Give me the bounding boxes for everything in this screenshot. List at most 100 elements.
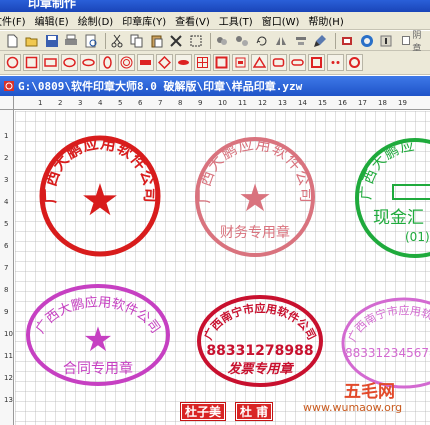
menu-stamp-library[interactable]: 印章库(Y) [122, 13, 175, 28]
color-wheel-icon [360, 34, 373, 47]
ruler-tick-label: 1 [4, 132, 9, 140]
delete-button[interactable] [168, 33, 185, 49]
ruler-tick-label: 3 [78, 99, 83, 107]
negative-seal-label: 阴章 [412, 30, 422, 54]
cut-button[interactable] [109, 33, 126, 49]
stamp-diamond-tool[interactable] [156, 54, 173, 71]
select-all-button[interactable] [187, 33, 204, 49]
menu-draw[interactable]: 绘制(D) [78, 13, 123, 28]
delete-x-icon [170, 34, 182, 47]
group-button[interactable] [214, 33, 231, 49]
menu-edit[interactable]: 编辑(E) [35, 13, 78, 28]
ungroup-button[interactable] [234, 33, 251, 49]
bar-icon [235, 57, 246, 68]
new-document-icon [7, 34, 18, 47]
menu-view[interactable]: 查看(V) [175, 13, 219, 28]
stamp-cash-graphic: 广西大鹏应用 现金汇 (01) [346, 121, 430, 258]
stamp-rounded-tool[interactable] [270, 54, 287, 71]
print-preview-button[interactable] [82, 33, 99, 49]
stamp-invoice[interactable]: 广西南宁市应用软件公司 88331278988 发票专用章 [195, 293, 325, 392]
ruler-tick-label: 2 [4, 154, 9, 162]
watermark-url: www.wumaow.org [303, 401, 403, 414]
align-button[interactable] [293, 33, 310, 49]
info-icon [380, 35, 392, 46]
paste-button[interactable] [148, 33, 165, 49]
ruler-tick-label: 10 [4, 330, 13, 338]
checkbox-box [401, 36, 411, 45]
star-icon: ★ [80, 175, 119, 226]
stamp-triangle-tool[interactable] [251, 54, 268, 71]
stamp-invoice-graphic: 广西南宁市应用软件公司 88331278988 发票专用章 [197, 295, 323, 387]
stamp-bar-tool[interactable] [232, 54, 249, 71]
color-button[interactable] [358, 33, 375, 49]
stamp-double-circle-tool[interactable] [118, 54, 135, 71]
rect-stamp-icon [44, 58, 57, 67]
stamp-oval-h-tool[interactable] [80, 54, 97, 71]
stamp-contract[interactable]: 广西大鹏应用软件公司 ★ 合同专用章 [23, 281, 173, 392]
menu-tools[interactable]: 工具(T) [219, 13, 262, 28]
stamp-square2-tool[interactable] [308, 54, 325, 71]
ruler-tick-label: 9 [4, 308, 9, 316]
menu-bar: 文件(F) 编辑(E) 绘制(D) 印章库(Y) 查看(V) 工具(T) 窗口(… [0, 12, 430, 30]
stamp-square-tool[interactable] [23, 54, 40, 71]
stamp-dots-tool[interactable] [327, 54, 344, 71]
negative-seal-checkbox[interactable]: 阴章 [401, 28, 430, 54]
stamp-finance[interactable]: 广西大鹏应用软件公司 ★ 财务专用章 [189, 131, 321, 266]
info-button[interactable] [378, 33, 395, 49]
star-icon: ★ [83, 320, 113, 360]
stamp5-bottom-text: 发票专用章 [227, 361, 294, 377]
stamp-company-circle[interactable]: 广西大鹏应用软件公司 ★ [35, 131, 165, 264]
stamp-banner-tool[interactable] [137, 54, 154, 71]
stamp-tool-button[interactable] [339, 33, 356, 49]
menu-file[interactable]: 文件(F) [0, 13, 35, 28]
stamp3-code: (01) [405, 230, 430, 244]
new-document-button[interactable] [4, 33, 21, 49]
ruler-tick-label: 13 [278, 99, 287, 107]
ruler-tick-label: 1 [38, 99, 43, 107]
seal-name-1[interactable]: 杜子美 [179, 402, 227, 421]
stamp-company-circle-graphic: 广西大鹏应用软件公司 ★ [39, 134, 161, 257]
flip-button[interactable] [273, 33, 290, 49]
open-button[interactable] [24, 33, 41, 49]
ring-icon [349, 57, 360, 68]
oval-horizontal-icon [82, 58, 95, 67]
menu-help[interactable]: 帮助(H) [308, 13, 352, 28]
seal-name-2[interactable]: 杜 甫 [234, 402, 274, 421]
stamp-oval-v-tool[interactable] [99, 54, 116, 71]
triangle-icon [253, 56, 266, 68]
ruler-tick-label: 18 [378, 99, 387, 107]
stamp-ring-tool[interactable] [346, 54, 363, 71]
stamp-pill-tool[interactable] [289, 54, 306, 71]
horizontal-ruler: 1 2 3 4 5 6 7 8 9 10 11 12 13 14 15 16 17 18 19 [14, 96, 430, 110]
paint-button[interactable] [312, 33, 329, 49]
select-icon [190, 35, 202, 46]
stamp-cash[interactable]: 广西大鹏应用 现金汇 (01) [346, 121, 430, 266]
frame-icon [215, 56, 228, 69]
lens-icon [178, 60, 189, 65]
flip-icon [276, 36, 287, 45]
pill-icon [291, 59, 304, 66]
stamp-oval-tool[interactable] [61, 54, 78, 71]
stamp-circle-tool[interactable] [4, 54, 21, 71]
rounded-rect-icon [272, 58, 285, 67]
stamp-frame-tool[interactable] [213, 54, 230, 71]
rotate-button[interactable] [253, 33, 270, 49]
stamp-lens-tool[interactable] [175, 54, 192, 71]
print-button[interactable] [63, 33, 80, 49]
document-app-icon [4, 81, 14, 91]
star-icon: ★ [238, 176, 272, 220]
stamp-contract-graphic: 广西大鹏应用软件公司 ★ 合同专用章 [26, 284, 170, 386]
double-circle-icon [120, 56, 133, 69]
shape-toolbar [0, 51, 430, 75]
save-button[interactable] [43, 33, 60, 49]
ruler-tick-label: 10 [218, 99, 227, 107]
menu-window[interactable]: 窗口(W) [262, 13, 309, 28]
stamp-grid-tool[interactable] [194, 54, 211, 71]
stamp-finance-graphic: 广西大鹏应用软件公司 ★ 财务专用章 [195, 135, 315, 257]
document-titlebar: G:\0809\软件印章大师8.0 破解版\印章\样品印章.yzw [0, 76, 430, 96]
ruler-tick-label: 2 [58, 99, 63, 107]
vertical-ruler: 1 2 3 4 5 6 7 8 9 10 11 12 13 [0, 110, 14, 425]
copy-button[interactable] [129, 33, 146, 49]
stamp-rect-tool[interactable] [42, 54, 59, 71]
ruler-tick-label: 7 [4, 264, 9, 272]
